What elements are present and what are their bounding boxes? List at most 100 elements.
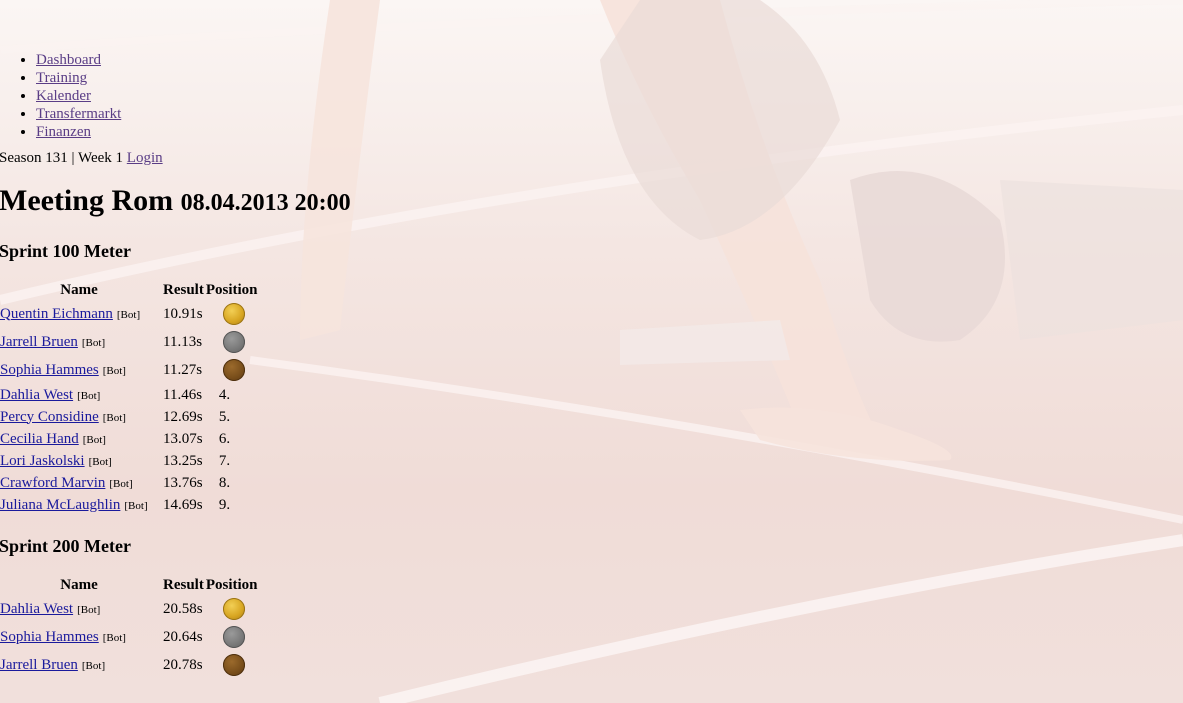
bronze-medal-icon [222, 359, 245, 381]
event-title: Sprint 200 Meter [0, 536, 131, 556]
athlete-cell: Crawford Marvin [Bot] [0, 472, 160, 494]
result-cell: 11.13s [163, 333, 203, 350]
season-label: Season 131 [0, 150, 68, 166]
bot-tag: [Bot] [81, 336, 106, 349]
header-position: Position [205, 576, 258, 593]
table-row: Dahlia West [Bot] 20.58s [0, 595, 260, 623]
position-cell: 4. [218, 386, 231, 403]
week-label: Week 1 [78, 150, 124, 166]
table-row: Jarrell Bruen [Bot] 11.13s [0, 328, 260, 356]
login-link[interactable]: Login [127, 150, 163, 166]
status-bar: Season 131 | Week 1 Login [0, 149, 1183, 167]
results-table: Name Result Position Quentin Eichmann [Bo… [0, 280, 260, 516]
nav-item-transfermarkt: Transfermarkt [36, 105, 1183, 123]
bot-tag: [Bot] [77, 603, 101, 616]
athlete-link[interactable]: Percy Considine [0, 409, 99, 425]
bot-tag: [Bot] [77, 389, 101, 402]
event-title: Sprint 100 Meter [0, 241, 131, 261]
athlete-link[interactable]: Dahlia West [0, 387, 73, 403]
position-cell: 5. [218, 408, 231, 425]
result-cell: 20.58s [163, 600, 203, 617]
header-result: Result [163, 281, 204, 298]
position-cell: 9. [218, 496, 231, 513]
table-header-row: Name Result Position [0, 575, 260, 595]
bot-tag: [Bot] [88, 455, 112, 468]
nav-item-kalender: Kalender [36, 87, 1183, 105]
position-cell: 8. [218, 474, 231, 491]
table-row: Crawford Marvin [Bot] 13.76s 8. [0, 472, 260, 494]
nav-link-training[interactable]: Training [36, 70, 87, 86]
bot-tag: [Bot] [116, 308, 141, 321]
table-row: Percy Considine [Bot] 12.69s 5. [0, 406, 260, 428]
header-result: Result [163, 576, 204, 593]
athlete-cell: Cecilia Hand [Bot] [0, 428, 160, 450]
nav-link-kalender[interactable]: Kalender [36, 88, 91, 104]
table-row: Sophia Hammes [Bot] 11.27s [0, 356, 260, 384]
athlete-link[interactable]: Quentin Eichmann [0, 306, 113, 322]
main-navigation: Dashboard Training Kalender Transfermark… [0, 0, 1183, 141]
position-cell [206, 623, 260, 651]
nav-item-training: Training [36, 69, 1183, 87]
table-row: Quentin Eichmann [Bot] 10.91s [0, 300, 260, 328]
table-row: Juliana McLaughlin [Bot] 14.69s 9. [0, 494, 260, 516]
bot-tag: [Bot] [109, 477, 133, 490]
position-cell [206, 328, 260, 356]
athlete-link[interactable]: Sophia Hammes [0, 629, 99, 645]
table-row: Cecilia Hand [Bot] 13.07s 6. [0, 428, 260, 450]
silver-medal-icon [222, 626, 245, 648]
athlete-link[interactable]: Lori Jaskolski [0, 453, 85, 469]
table-row: Jarrell Bruen [Bot] 20.78s [0, 651, 260, 679]
nav-item-dashboard: Dashboard [36, 51, 1183, 69]
bot-tag: [Bot] [102, 631, 126, 644]
athlete-cell: Percy Considine [Bot] [0, 406, 160, 428]
header-position: Position [205, 281, 258, 298]
athlete-cell: Sophia Hammes [Bot] [0, 623, 160, 651]
athlete-link[interactable]: Jarrell Bruen [0, 657, 78, 673]
nav-item-finanzen: Finanzen [36, 123, 1183, 141]
bot-tag: [Bot] [81, 659, 106, 672]
athlete-cell: Jarrell Bruen [Bot] [0, 651, 160, 679]
athlete-link[interactable]: Jarrell Bruen [0, 334, 78, 350]
result-cell: 13.25s [163, 452, 203, 469]
athlete-cell: Juliana McLaughlin [Bot] [0, 494, 160, 516]
table-row: Lori Jaskolski [Bot] 13.25s 7. [0, 450, 260, 472]
athlete-link[interactable]: Sophia Hammes [0, 362, 99, 378]
result-cell: 13.76s [163, 474, 203, 491]
athlete-cell: Dahlia West [Bot] [0, 384, 160, 406]
gold-medal-icon [222, 598, 245, 620]
table-row: Sophia Hammes [Bot] 20.64s [0, 623, 260, 651]
nav-link-finanzen[interactable]: Finanzen [36, 124, 91, 140]
meeting-datetime: 08.04.2013 20:00 [180, 190, 351, 216]
athlete-cell: Quentin Eichmann [Bot] [0, 300, 160, 328]
header-name: Name [60, 576, 98, 593]
result-cell: 12.69s [163, 408, 203, 425]
athlete-cell: Jarrell Bruen [Bot] [0, 328, 160, 356]
page-content: Dashboard Training Kalender Transfermark… [0, 0, 1183, 679]
gold-medal-icon [222, 303, 245, 325]
result-cell: 20.78s [163, 656, 203, 673]
athlete-link[interactable]: Crawford Marvin [0, 475, 105, 491]
bot-tag: [Bot] [124, 499, 148, 512]
silver-medal-icon [222, 331, 245, 353]
position-cell [206, 300, 260, 328]
result-cell: 11.46s [163, 386, 203, 403]
athlete-link[interactable]: Cecilia Hand [0, 431, 79, 447]
page-title: Meeting Rom 08.04.2013 20:00 [0, 184, 1183, 220]
header-name: Name [60, 281, 98, 298]
result-cell: 13.07s [163, 430, 203, 447]
position-cell: 7. [218, 452, 231, 469]
nav-link-dashboard[interactable]: Dashboard [36, 52, 101, 68]
bot-tag: [Bot] [82, 433, 106, 446]
bot-tag: [Bot] [102, 364, 126, 377]
position-cell [206, 356, 260, 384]
result-cell: 11.27s [163, 361, 203, 378]
athlete-link[interactable]: Juliana McLaughlin [0, 497, 120, 513]
result-cell: 10.91s [163, 305, 203, 322]
result-cell: 20.64s [163, 628, 203, 645]
athlete-link[interactable]: Dahlia West [0, 601, 73, 617]
position-cell: 6. [218, 430, 231, 447]
athlete-cell: Lori Jaskolski [Bot] [0, 450, 160, 472]
position-cell [206, 651, 260, 679]
bot-tag: [Bot] [102, 411, 126, 424]
nav-link-transfermarkt[interactable]: Transfermarkt [36, 106, 121, 122]
